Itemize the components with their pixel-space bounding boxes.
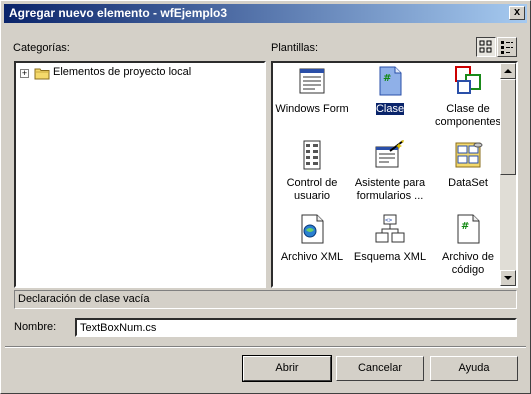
windows-form-icon — [299, 68, 325, 94]
template-label: Archivo de código — [442, 251, 494, 276]
component-class-icon — [455, 66, 481, 94]
folder-icon — [34, 68, 50, 80]
expand-icon[interactable]: + — [20, 69, 29, 78]
xml-schema-icon: <> — [375, 214, 405, 243]
template-label: Esquema XML — [353, 251, 427, 263]
template-label: Control de usuario — [286, 177, 338, 202]
template-label: Asistente para formularios ... — [354, 177, 426, 202]
add-new-item-dialog: Agregar nuevo elemento - wfEjemplo3 x Ca… — [0, 0, 531, 394]
tree-item-label: Elementos de proyecto local — [53, 66, 192, 78]
template-label: DataSet — [448, 177, 488, 189]
svg-text:<>: <> — [385, 217, 393, 224]
template-dataset[interactable]: DataSet — [429, 139, 507, 211]
scroll-up-button[interactable] — [500, 63, 516, 79]
title-bar[interactable]: Agregar nuevo elemento - wfEjemplo3 x — [4, 4, 527, 23]
scroll-thumb[interactable] — [500, 79, 516, 175]
help-button[interactable]: Ayuda — [430, 356, 518, 381]
open-button[interactable]: Abrir — [242, 355, 332, 382]
template-label: Archivo XML — [280, 251, 344, 263]
template-xml-file[interactable]: Archivo XML — [273, 213, 351, 285]
svg-text:#: # — [461, 221, 469, 232]
name-input[interactable]: TextBoxNum.cs — [75, 318, 517, 337]
scroll-down-button[interactable] — [500, 270, 516, 286]
template-user-control[interactable]: Control de usuario — [273, 139, 351, 211]
close-icon: x — [513, 6, 521, 18]
templates-scrollbar[interactable] — [500, 63, 516, 286]
csharp-class-file-icon: # — [379, 66, 402, 96]
code-file-icon: # — [457, 214, 480, 244]
dataset-icon — [455, 142, 483, 168]
templates-list[interactable]: Windows Form # Clase Clase de componentes — [271, 61, 518, 288]
template-label: Windows Form — [275, 103, 349, 115]
template-label: Clase de componentes — [434, 103, 502, 128]
template-windows-form[interactable]: Windows Form — [273, 65, 351, 137]
description-text: Declaración de clase vacía — [18, 293, 150, 305]
window-title: Agregar nuevo elemento - wfEjemplo3 — [9, 6, 228, 20]
svg-text:#: # — [383, 73, 391, 84]
template-code-file[interactable]: # Archivo de código — [429, 213, 507, 285]
template-component-class[interactable]: Clase de componentes — [429, 65, 507, 137]
user-control-icon — [303, 140, 321, 170]
name-label: Nombre: — [14, 321, 57, 333]
large-icons-view-button[interactable] — [476, 37, 496, 57]
small-icons-view-icon — [501, 41, 513, 54]
scroll-down-icon — [504, 276, 512, 280]
xml-file-icon — [301, 214, 324, 244]
description-box: Declaración de clase vacía — [14, 290, 517, 309]
small-icons-view-button[interactable] — [497, 37, 517, 57]
template-class[interactable]: # Clase — [351, 65, 429, 137]
template-xml-schema[interactable]: <> Esquema XML — [351, 213, 429, 285]
template-form-wizard[interactable]: Asistente para formularios ... — [351, 139, 429, 211]
categories-tree[interactable]: + Elementos de proyecto local — [14, 61, 266, 288]
large-icons-view-icon — [479, 40, 492, 53]
separator — [5, 346, 526, 348]
scroll-up-icon — [504, 69, 512, 73]
form-wizard-icon — [375, 140, 404, 168]
categories-label: Categorías: — [13, 42, 70, 54]
close-button[interactable]: x — [509, 6, 525, 20]
template-label: Clase — [374, 102, 406, 116]
templates-label: Plantillas: — [271, 42, 319, 54]
cancel-button[interactable]: Cancelar — [336, 356, 424, 381]
